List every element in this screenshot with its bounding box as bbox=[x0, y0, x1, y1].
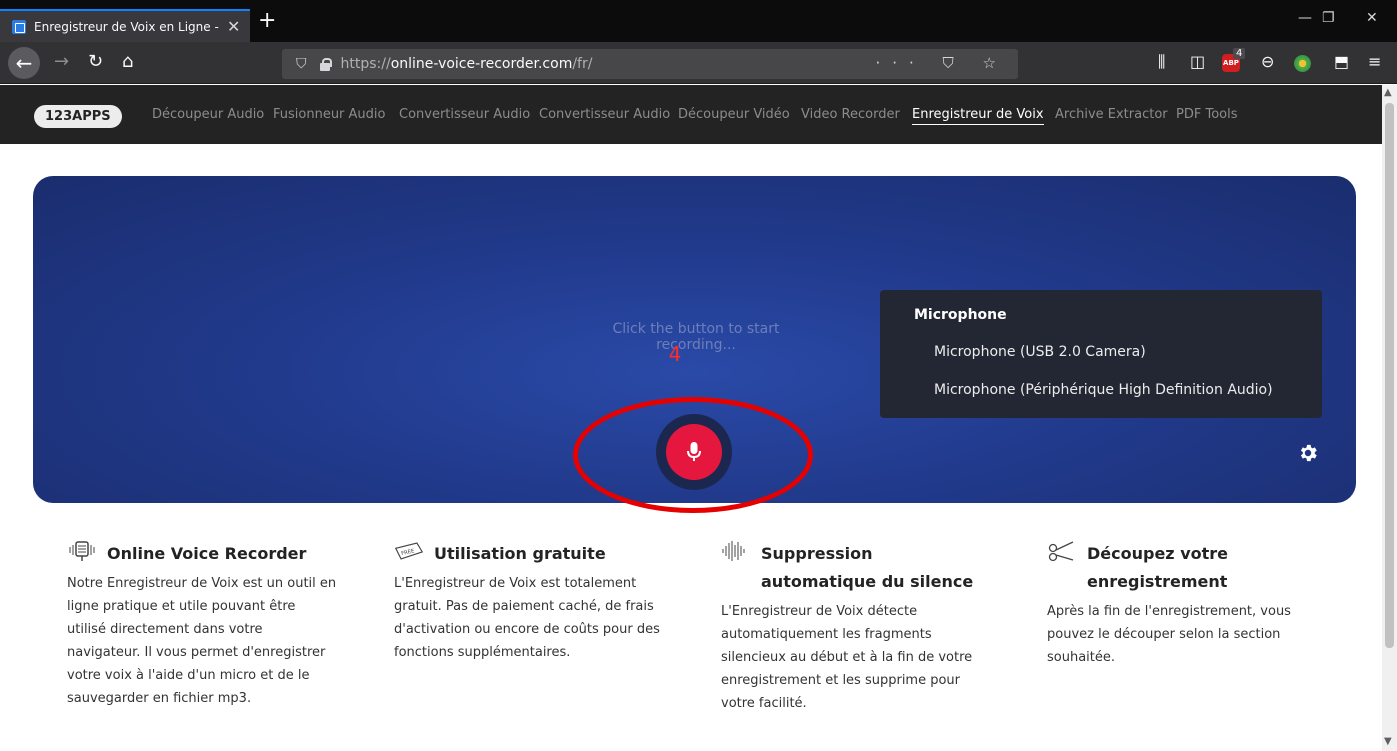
scroll-up-icon[interactable]: ▲ bbox=[1384, 87, 1392, 98]
library-icon[interactable]: ⫼ bbox=[1158, 52, 1165, 72]
nav-link[interactable]: Convertisseur Audio bbox=[399, 107, 530, 122]
home-icon[interactable]: ⌂ bbox=[122, 51, 133, 73]
countdown-number: 4 bbox=[668, 342, 682, 366]
feature-title: Découpez votre enregistrement bbox=[1087, 544, 1228, 591]
window-minimize-icon[interactable]: — bbox=[1298, 10, 1312, 26]
browser-toolbar: ← → ↻ ⌂ ⛉ https://online-voice-recorder.… bbox=[0, 42, 1397, 84]
annotation-circle bbox=[573, 397, 813, 513]
microphone-option[interactable]: Microphone (Périphérique High Definition… bbox=[934, 382, 1273, 398]
browser-tab[interactable]: Enregistreur de Voix en Ligne - ✕ bbox=[0, 9, 250, 42]
lock-icon[interactable] bbox=[319, 58, 332, 71]
nav-link[interactable]: PDF Tools bbox=[1176, 107, 1237, 122]
menu-icon[interactable]: ≡ bbox=[1368, 52, 1381, 71]
svg-text:FREE: FREE bbox=[401, 548, 415, 557]
microphone-option[interactable]: Microphone (USB 2.0 Camera) bbox=[934, 344, 1146, 360]
feature-description: L'Enregistreur de Voix détecte automatiq… bbox=[721, 604, 973, 711]
waveform-icon bbox=[722, 541, 745, 561]
extensions-icon[interactable]: ⬒ bbox=[1334, 52, 1349, 71]
feature-description: Notre Enregistreur de Voix est un outil … bbox=[67, 576, 337, 706]
feature-description: L'Enregistreur de Voix est totalement gr… bbox=[394, 576, 660, 660]
nav-link[interactable]: Découpeur Audio bbox=[152, 107, 264, 122]
tracking-shield-icon[interactable]: ⛉ bbox=[296, 56, 307, 72]
feature-silence-removal: Suppression automatique du silence L'Enr… bbox=[721, 540, 991, 715]
free-tag-icon: FREE bbox=[394, 542, 424, 560]
feature-online-voice-recorder: Online Voice Recorder Notre Enregistreur… bbox=[67, 540, 337, 710]
url-text[interactable]: https://online-voice-recorder.com/fr/ bbox=[341, 56, 593, 72]
site-navigation: 123APPS Découpeur Audio Fusionneur Audio… bbox=[0, 85, 1382, 144]
browser-tab-bar: Enregistreur de Voix en Ligne - ✕ + — ❐ … bbox=[0, 0, 1397, 42]
scroll-down-icon[interactable]: ▼ bbox=[1384, 736, 1392, 747]
site-logo[interactable]: 123APPS bbox=[34, 105, 122, 128]
feature-description: Après la fin de l'enregistrement, vous p… bbox=[1047, 604, 1291, 665]
adblock-badge: 4 bbox=[1233, 48, 1246, 59]
feature-title: Suppression automatique du silence bbox=[761, 544, 974, 591]
nav-link[interactable]: Video Recorder bbox=[801, 107, 900, 122]
account-icon[interactable]: ⊖ bbox=[1261, 52, 1274, 71]
extension-icon[interactable] bbox=[1294, 55, 1311, 72]
feature-free-usage: FREE Utilisation gratuite L'Enregistreur… bbox=[394, 540, 674, 664]
url-bar[interactable]: ⛉ https://online-voice-recorder.com/fr/ … bbox=[282, 49, 1018, 79]
nav-link[interactable]: Fusionneur Audio bbox=[273, 107, 386, 122]
back-arrow-icon[interactable]: ← bbox=[8, 47, 40, 79]
tab-close-icon[interactable]: ✕ bbox=[227, 17, 240, 36]
page-actions-icon[interactable]: ··· ⛉ ☆ bbox=[875, 54, 1008, 72]
nav-link-active[interactable]: Enregistreur de Voix bbox=[912, 107, 1044, 125]
feature-trim-recording: Découpez votre enregistrement Après la f… bbox=[1047, 540, 1312, 669]
sidebar-icon[interactable]: ◫ bbox=[1190, 52, 1205, 71]
microphone-menu: Microphone Microphone (USB 2.0 Camera) M… bbox=[880, 290, 1322, 418]
feature-title: Online Voice Recorder bbox=[107, 544, 307, 563]
window-close-icon[interactable]: ✕ bbox=[1366, 10, 1378, 26]
settings-gear-icon[interactable] bbox=[1297, 442, 1319, 464]
new-tab-icon[interactable]: + bbox=[258, 10, 276, 32]
site-favicon-icon bbox=[12, 19, 26, 34]
feature-title: Utilisation gratuite bbox=[434, 544, 606, 563]
nav-link[interactable]: Convertisseur Audio bbox=[539, 107, 670, 122]
nav-link[interactable]: Découpeur Vidéo bbox=[678, 107, 790, 122]
scroll-thumb[interactable] bbox=[1385, 103, 1394, 648]
forward-arrow-icon[interactable]: → bbox=[54, 51, 69, 73]
reload-icon[interactable]: ↻ bbox=[88, 51, 103, 73]
page-scrollbar[interactable]: ▲ ▼ bbox=[1382, 85, 1397, 751]
tab-title: Enregistreur de Voix en Ligne - bbox=[34, 19, 219, 34]
nav-link[interactable]: Archive Extractor bbox=[1055, 107, 1168, 122]
window-restore-icon[interactable]: ❐ bbox=[1322, 10, 1335, 26]
scissors-icon bbox=[1048, 541, 1074, 562]
microphone-menu-title: Microphone bbox=[914, 307, 1007, 323]
microphone-icon bbox=[69, 541, 95, 561]
